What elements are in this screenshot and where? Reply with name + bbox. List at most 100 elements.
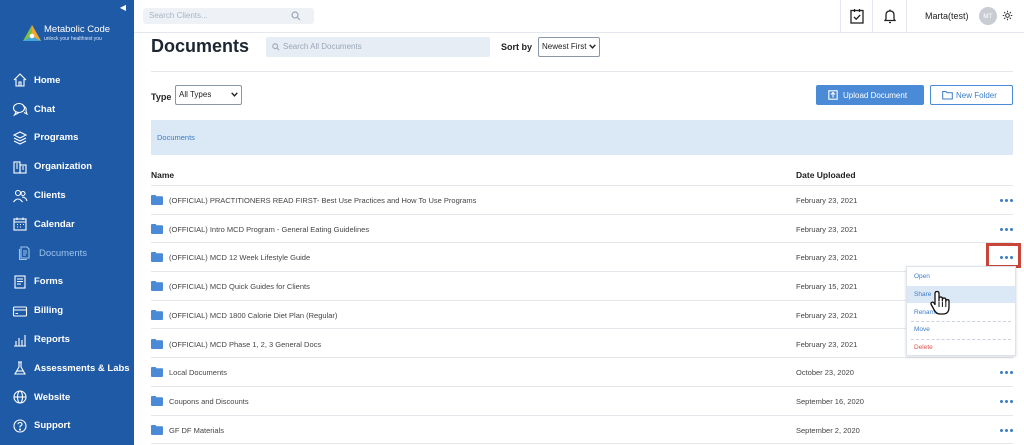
menu-item-label: Delete <box>914 344 933 351</box>
programs-icon <box>12 131 28 145</box>
sidebar-item-label: Organization <box>34 161 93 173</box>
sidebar-item-chat[interactable]: Chat <box>0 95 134 124</box>
sidebar-item-documents[interactable]: Documents <box>0 239 134 268</box>
table-row[interactable]: (OFFICIAL) MCD Quick Guides for Clients F… <box>151 272 1013 301</box>
assessments-icon <box>14 361 26 375</box>
sidebar: ◀ Metabolic Code unlock your healthiest … <box>0 0 134 445</box>
sidebar-item-label: Website <box>34 391 71 403</box>
date-uploaded: September 2, 2020 <box>796 425 860 435</box>
document-name[interactable]: (OFFICIAL) MCD 1800 Calorie Diet Plan (R… <box>169 311 337 320</box>
logo[interactable]: Metabolic Code unlock your healthiest yo… <box>22 22 117 46</box>
folder-icon <box>151 252 163 263</box>
gear-icon[interactable] <box>1002 10 1013 21</box>
more-options-icon[interactable] <box>1000 396 1014 406</box>
documents-icon <box>18 246 30 261</box>
more-options-icon[interactable] <box>1000 224 1014 234</box>
folder-icon <box>151 338 163 349</box>
document-name[interactable]: (OFFICIAL) Intro MCD Program - General E… <box>169 225 369 234</box>
calendar-icon <box>13 217 27 231</box>
sidebar-item-forms[interactable]: Forms <box>0 268 134 297</box>
breadcrumb-item-documents[interactable]: Documents <box>157 133 195 142</box>
table-row[interactable]: Local Documents October 23, 2020 <box>151 358 1013 387</box>
reports-icon <box>14 334 26 347</box>
top-bar: Search Clients... Marta(test) MT <box>134 0 1024 33</box>
page-title: Documents <box>151 36 250 56</box>
column-header-date[interactable]: Date Uploaded <box>796 170 856 180</box>
upload-document-label: Upload Document <box>843 91 908 100</box>
menu-item-label: Open <box>914 273 930 280</box>
breadcrumb: Documents <box>151 120 1013 155</box>
menu-item-rename[interactable]: Rename <box>907 304 1015 321</box>
table-row[interactable]: (OFFICIAL) MCD 12 Week Lifestyle Guide Fe… <box>151 243 1013 273</box>
folder-outline-icon <box>942 91 953 100</box>
upload-document-button[interactable]: Upload Document <box>816 85 924 105</box>
type-select[interactable]: All Types <box>175 85 242 105</box>
date-uploaded: February 23, 2021 <box>796 196 858 205</box>
date-uploaded: February 23, 2021 <box>796 339 858 349</box>
document-name[interactable]: (OFFICIAL) MCD Quick Guides for Clients <box>169 282 310 291</box>
document-name[interactable]: Local Documents <box>169 368 227 377</box>
upload-icon <box>828 90 838 100</box>
tasks-icon[interactable] <box>850 8 864 24</box>
sidebar-item-label: Calendar <box>34 218 75 230</box>
sidebar-item-website[interactable]: Website <box>0 383 134 412</box>
more-options-icon[interactable] <box>1000 195 1014 205</box>
sidebar-item-organization[interactable]: Organization <box>0 152 134 181</box>
sidebar-item-assessments[interactable]: Assessments & Labs <box>0 354 134 383</box>
menu-item-share[interactable]: Share <box>907 286 1015 303</box>
menu-item-delete[interactable]: Delete <box>907 339 1015 356</box>
sidebar-item-label: Programs <box>34 132 79 144</box>
sidebar-item-programs[interactable]: Programs <box>0 124 134 153</box>
more-options-icon[interactable] <box>1000 425 1014 435</box>
new-folder-button[interactable]: New Folder <box>930 85 1013 105</box>
table-row[interactable]: (OFFICIAL) Intro MCD Program - General E… <box>151 215 1013 244</box>
table-row[interactable]: GF DF Materials September 2, 2020 <box>151 416 1013 445</box>
sort-select[interactable]: Newest First <box>538 37 600 57</box>
divider <box>840 0 841 33</box>
document-name[interactable]: Coupons and Discounts <box>169 397 249 406</box>
document-name[interactable]: GF DF Materials <box>169 426 224 435</box>
chevron-down-icon <box>589 44 596 49</box>
sidebar-item-label: Clients <box>34 190 66 202</box>
document-search-input[interactable]: Search All Documents <box>266 37 490 57</box>
date-uploaded: October 23, 2020 <box>796 368 854 378</box>
menu-item-move[interactable]: Move <box>907 321 1015 338</box>
table-row[interactable]: (OFFICIAL) PRACTITIONERS READ FIRST- Bes… <box>151 186 1013 215</box>
document-name[interactable]: (OFFICIAL) MCD 12 Week Lifestyle Guide <box>169 253 310 262</box>
menu-item-open[interactable]: Open <box>907 268 1015 285</box>
website-icon <box>13 390 27 404</box>
column-header-name[interactable]: Name <box>151 170 174 180</box>
brand-tagline: unlock your healthiest you <box>44 36 102 42</box>
table-row[interactable]: (OFFICIAL) MCD 1800 Calorie Diet Plan (R… <box>151 301 1013 330</box>
client-search-input[interactable]: Search Clients... <box>143 8 314 24</box>
sort-select-value: Newest First <box>542 42 587 51</box>
bell-icon[interactable] <box>884 8 896 24</box>
sidebar-nav: Home Chat Programs Organization Clients … <box>0 66 134 440</box>
document-name[interactable]: (OFFICIAL) PRACTITIONERS READ FIRST- Bes… <box>169 196 476 205</box>
folder-icon <box>151 424 163 435</box>
table-row[interactable]: Coupons and Discounts September 16, 2020 <box>151 387 1013 416</box>
collapse-sidebar-icon[interactable]: ◀ <box>120 3 126 12</box>
folder-icon <box>151 223 163 234</box>
folder-icon <box>151 195 163 205</box>
search-icon <box>272 43 280 51</box>
sidebar-item-reports[interactable]: Reports <box>0 325 134 354</box>
divider <box>872 0 873 33</box>
sidebar-item-label: Reports <box>34 334 70 346</box>
sidebar-item-label: Support <box>34 420 71 432</box>
document-name[interactable]: (OFFICIAL) MCD Phase 1, 2, 3 General Doc… <box>169 340 321 349</box>
sidebar-item-label: Billing <box>34 305 64 317</box>
context-menu: Open Share Rename Move Delete <box>906 266 1016 356</box>
avatar[interactable]: MT <box>979 7 997 25</box>
sidebar-item-support[interactable]: Support <box>0 412 134 441</box>
more-options-icon[interactable] <box>1000 367 1014 377</box>
sidebar-item-calendar[interactable]: Calendar <box>0 210 134 239</box>
hand-cursor-icon <box>930 290 950 315</box>
user-name[interactable]: Marta(test) <box>925 11 969 21</box>
sidebar-item-home[interactable]: Home <box>0 66 134 95</box>
sidebar-item-billing[interactable]: Billing <box>0 296 134 325</box>
sidebar-item-label: Home <box>34 74 61 86</box>
table-row[interactable]: (OFFICIAL) MCD Phase 1, 2, 3 General Doc… <box>151 330 1013 359</box>
new-folder-label: New Folder <box>956 91 997 100</box>
sidebar-item-clients[interactable]: Clients <box>0 181 134 210</box>
